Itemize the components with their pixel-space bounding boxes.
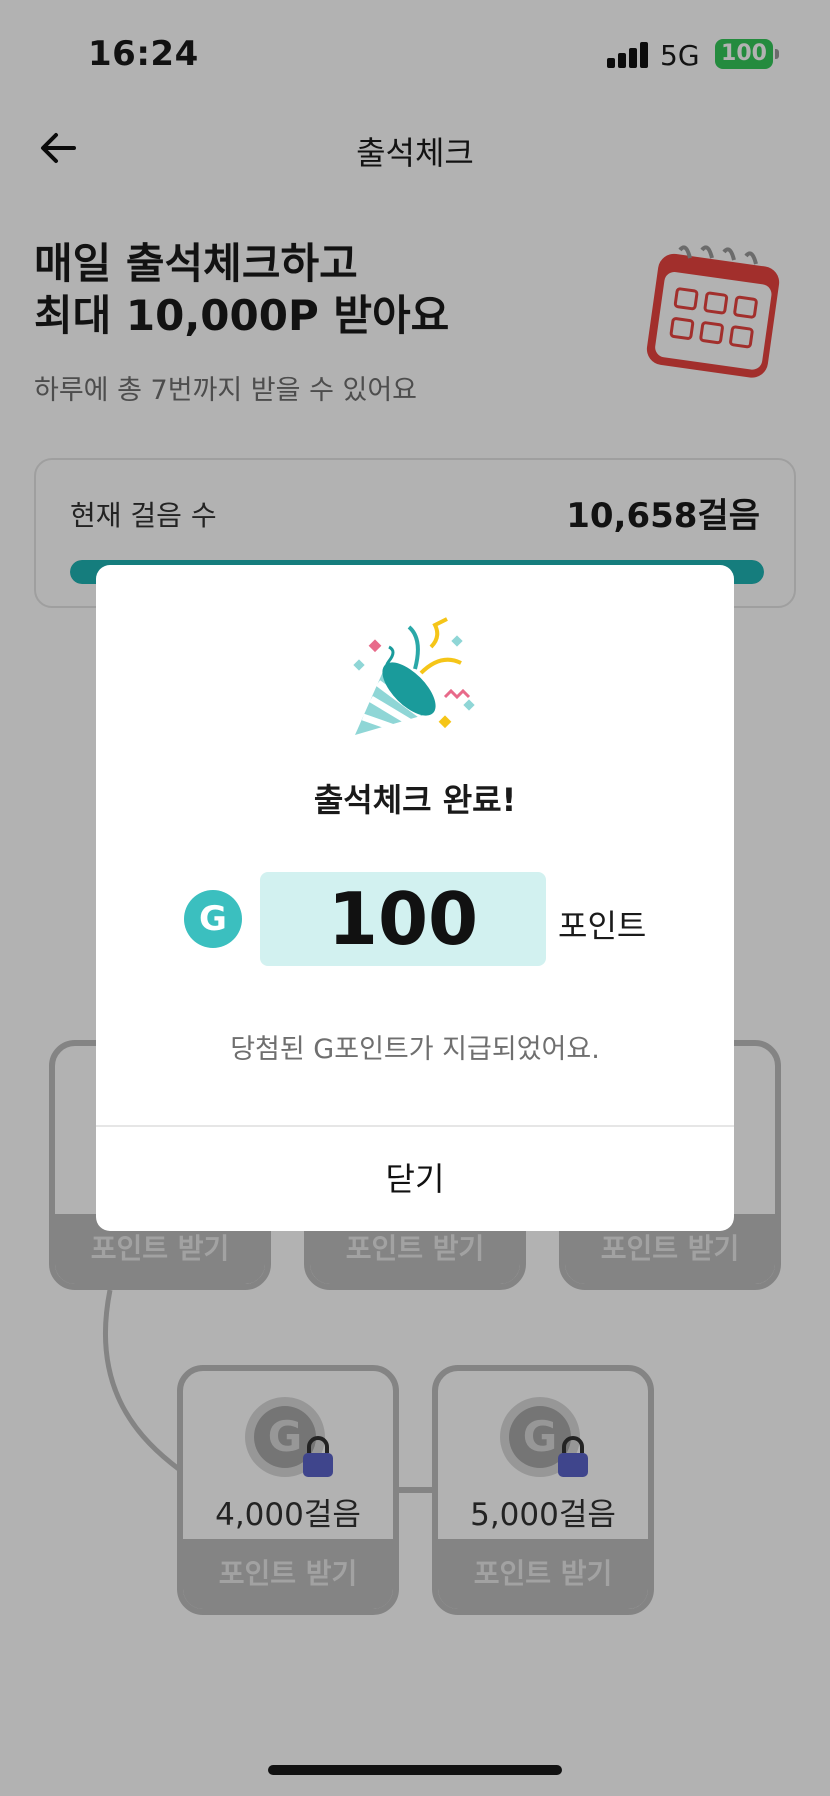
points-unit: 포인트: [558, 907, 647, 945]
points-amount: 100: [260, 872, 546, 966]
dialog-description: 당첨된 G포인트가 지급되었어요.: [230, 1034, 600, 1065]
party-popper-icon: [345, 617, 485, 749]
close-button[interactable]: 닫기: [96, 1127, 734, 1231]
attendance-complete-dialog: 출석체크 완료! G 100 포인트 당첨된 G포인트가 지급되었어요. 닫기: [96, 565, 734, 1231]
g-point-icon: G: [184, 890, 242, 948]
home-indicator[interactable]: [268, 1765, 562, 1775]
dialog-title: 출석체크 완료!: [313, 781, 517, 819]
